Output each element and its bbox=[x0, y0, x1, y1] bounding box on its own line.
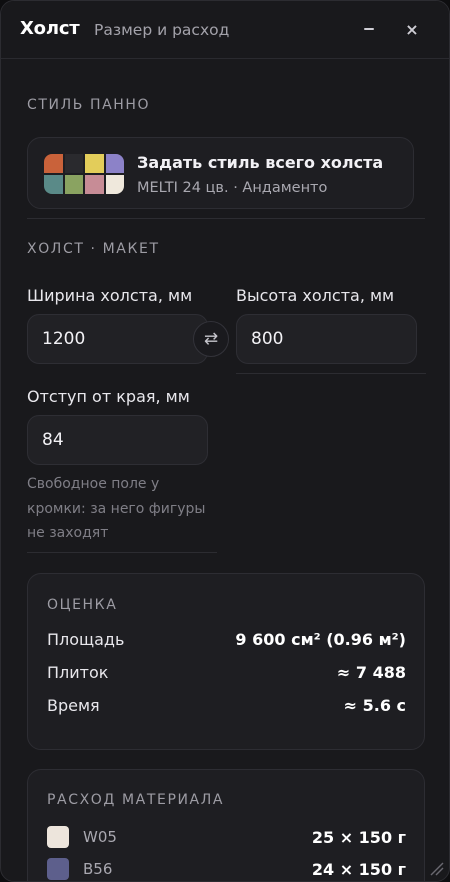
style-section-label: СТИЛЬ ПАННО bbox=[27, 97, 151, 113]
swap-arrows-icon: ⇄ bbox=[203, 329, 219, 349]
palette-swatch bbox=[85, 175, 104, 194]
close-icon: × bbox=[405, 19, 419, 39]
resize-grip-icon[interactable] bbox=[425, 857, 445, 877]
width-label: Ширина холста, мм bbox=[27, 286, 193, 305]
material-amount: 25 × 150 г bbox=[311, 828, 406, 847]
materials-card: РАСХОД МАТЕРИАЛА W05 25 × 150 г B56 24 ×… bbox=[27, 769, 425, 881]
section-divider bbox=[27, 218, 425, 219]
palette-swatch bbox=[44, 154, 63, 173]
set-canvas-style-button[interactable]: Задать стиль всего холста MELTI 24 цв. ·… bbox=[27, 137, 414, 209]
width-input[interactable] bbox=[27, 314, 208, 364]
material-name: B56 bbox=[83, 860, 113, 878]
materials-label: РАСХОД МАТЕРИАЛА bbox=[47, 792, 225, 808]
area-label: Площадь bbox=[47, 630, 125, 649]
palette-swatch bbox=[85, 154, 104, 173]
palette-swatch bbox=[105, 154, 124, 173]
material-name: W05 bbox=[83, 828, 117, 846]
area-value: 9 600 см² (0.96 м²) bbox=[235, 630, 406, 649]
title-bar: Холст Размер и расход × bbox=[1, 1, 449, 59]
margin-hint: Свободное поле у кромки: за него фигуры … bbox=[27, 476, 206, 541]
margin-input[interactable] bbox=[27, 415, 208, 465]
estimate-card: ОЦЕНКА Площадь 9 600 см² (0.96 м²) Плито… bbox=[27, 573, 425, 750]
time-value: ≈ 5.6 с bbox=[343, 696, 406, 715]
palette-swatch bbox=[64, 175, 83, 194]
margin-label: Отступ от края, мм bbox=[27, 387, 190, 406]
minimize-icon bbox=[364, 28, 374, 30]
palette-swatch bbox=[44, 175, 63, 194]
material-swatch bbox=[47, 826, 69, 848]
palette-swatch bbox=[105, 175, 124, 194]
material-swatch bbox=[47, 858, 69, 880]
field-divider bbox=[27, 552, 217, 553]
tiles-label: Плиток bbox=[47, 663, 109, 682]
canvas-section-label: ХОЛСТ · МАКЕТ bbox=[27, 241, 160, 257]
estimate-label: ОЦЕНКА bbox=[47, 597, 118, 613]
time-label: Время bbox=[47, 696, 100, 715]
panel-title: Холст bbox=[20, 18, 80, 39]
palette-swatch bbox=[64, 154, 83, 173]
field-divider bbox=[236, 373, 426, 374]
tiles-value: ≈ 7 488 bbox=[336, 663, 406, 682]
palette-preview bbox=[44, 154, 124, 194]
panel-subtitle: Размер и расход bbox=[94, 21, 230, 39]
style-card-title: Задать стиль всего холста bbox=[137, 153, 384, 172]
height-input[interactable] bbox=[236, 314, 417, 364]
style-card-subtitle: MELTI 24 цв. · Андаменто bbox=[137, 180, 328, 196]
close-button[interactable]: × bbox=[398, 15, 426, 43]
swap-dimensions-button[interactable]: ⇄ bbox=[193, 321, 229, 357]
canvas-panel: Холст Размер и расход × СТИЛЬ ПАННО Зада… bbox=[0, 0, 450, 882]
minimize-button[interactable] bbox=[355, 15, 383, 43]
height-label: Высота холста, мм bbox=[236, 286, 395, 305]
